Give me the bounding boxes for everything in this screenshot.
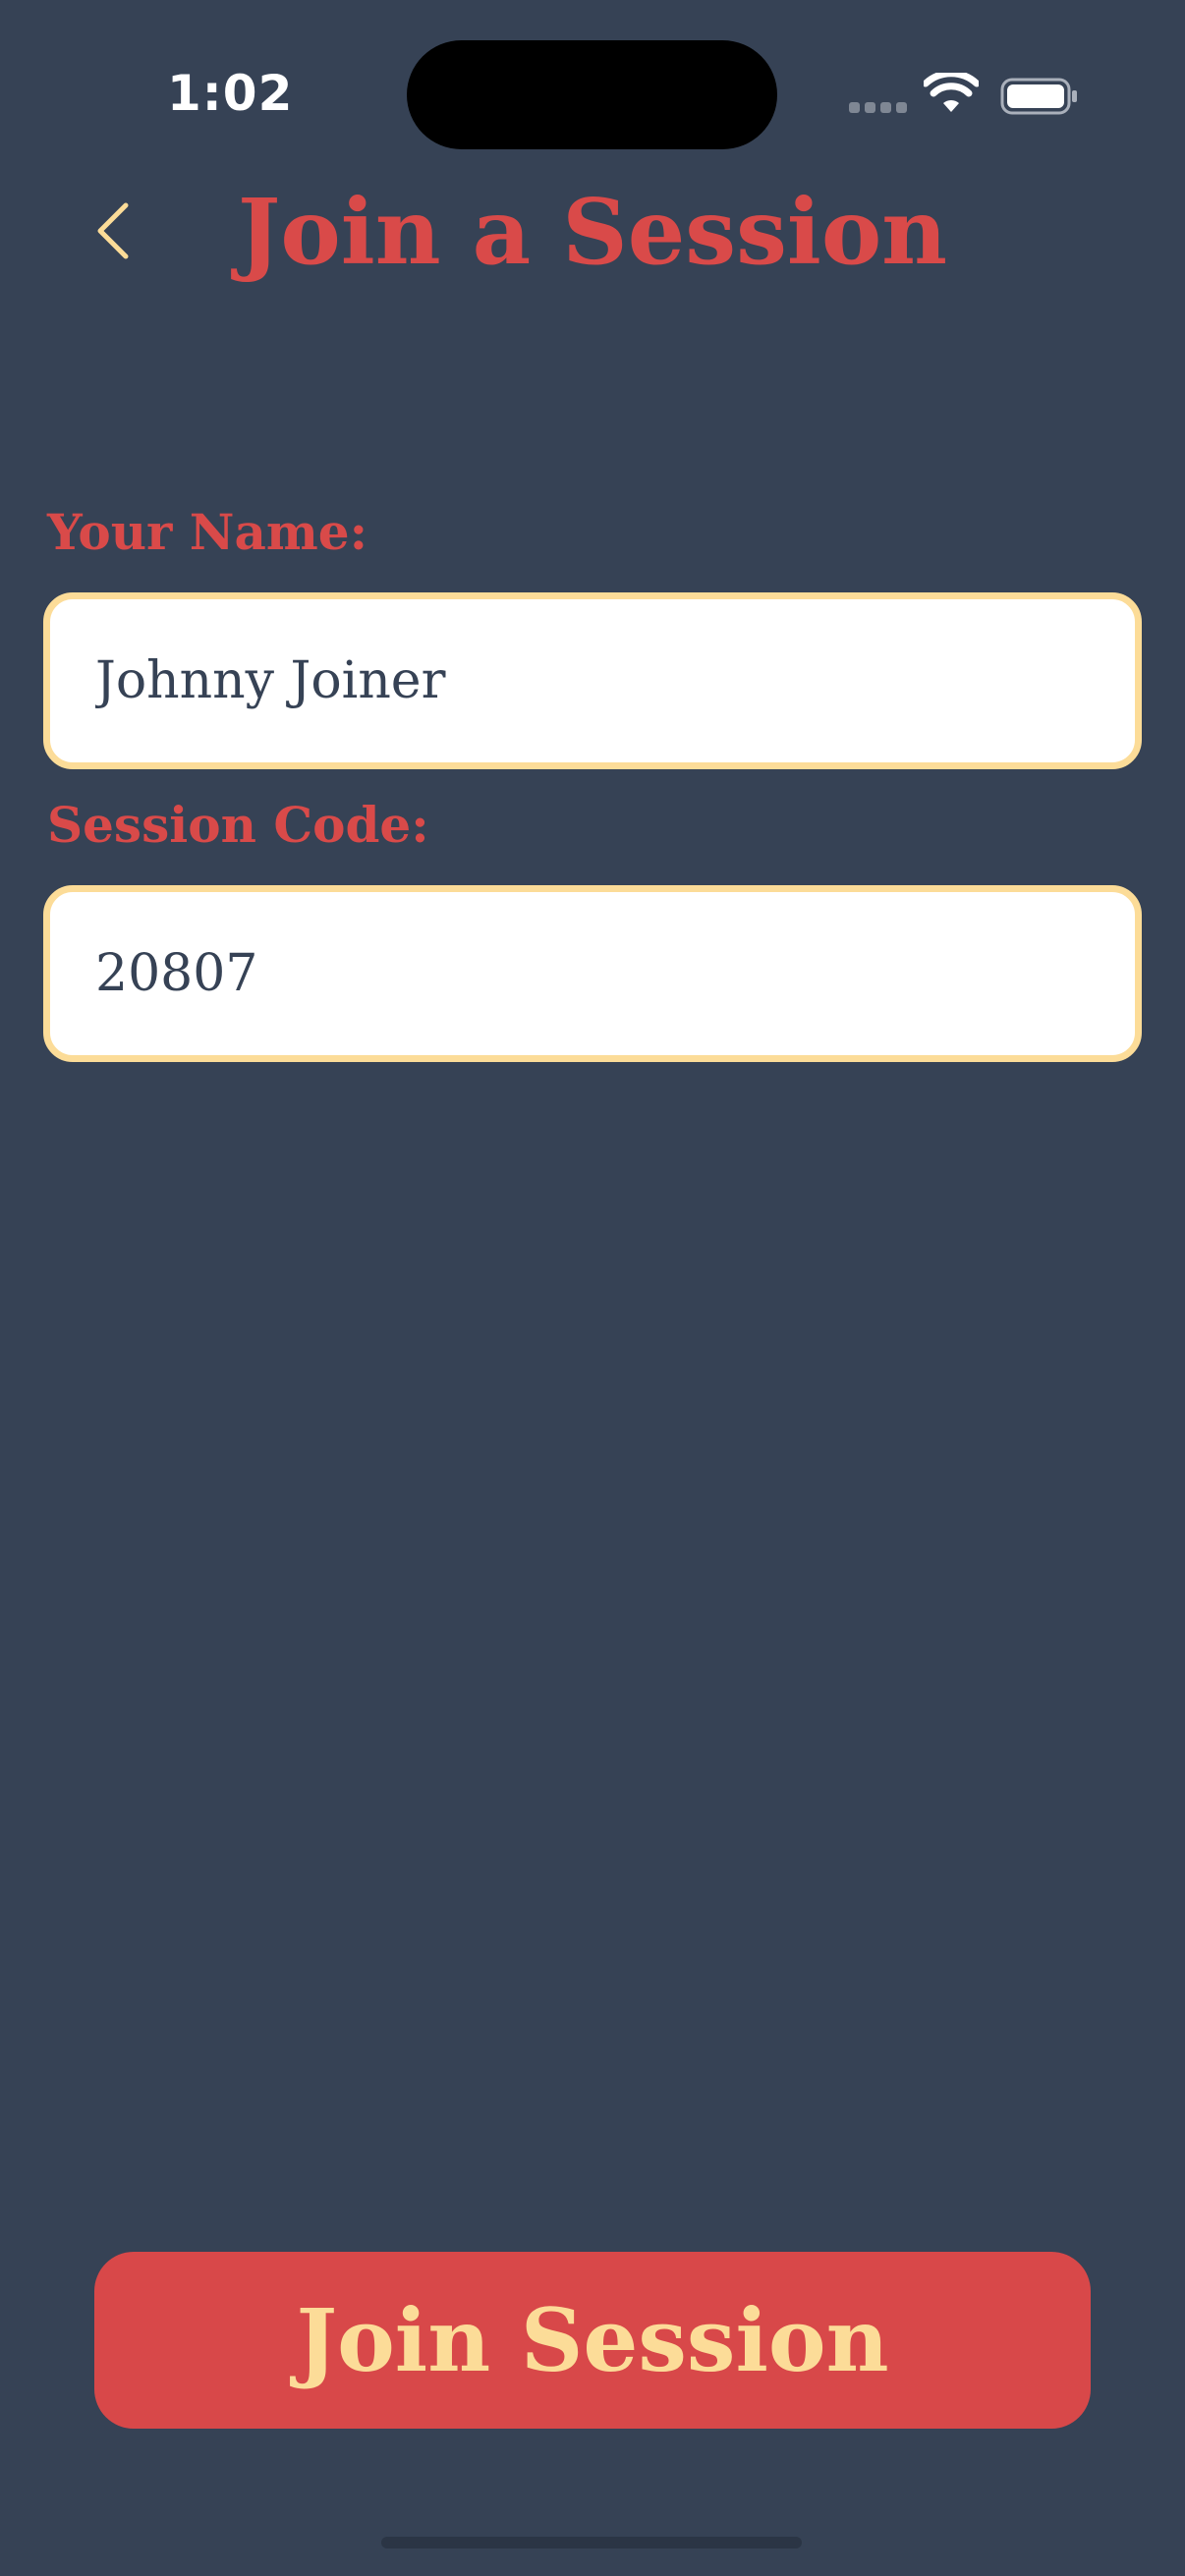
home-indicator (381, 2537, 802, 2548)
wifi-icon (922, 70, 981, 114)
session-code-label: Session Code: (47, 796, 429, 854)
join-session-button[interactable]: Join Session (94, 2252, 1091, 2429)
page-title: Join a Session (237, 179, 948, 285)
status-time: 1:02 (167, 65, 294, 122)
name-input[interactable] (95, 651, 1135, 710)
session-code-input[interactable] (95, 944, 1135, 1003)
name-label: Your Name: (47, 503, 368, 561)
session-code-field-container (43, 885, 1142, 1062)
battery-icon (1000, 77, 1079, 116)
dynamic-island (407, 40, 777, 149)
cellular-signal-icon (849, 102, 908, 116)
name-field-container (43, 592, 1142, 769)
